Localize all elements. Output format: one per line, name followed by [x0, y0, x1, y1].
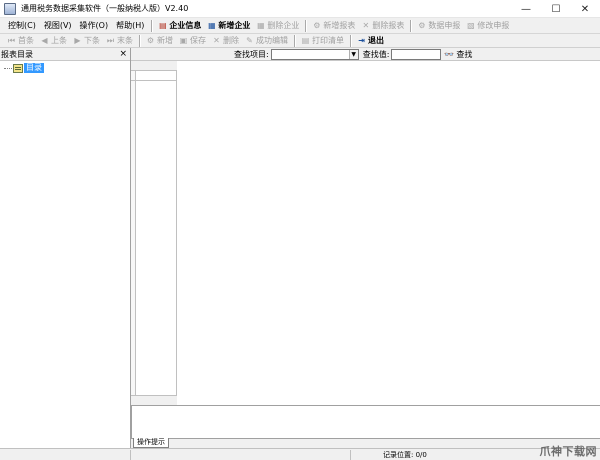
- toolbar-separator: [410, 19, 412, 32]
- last-icon: ⏭: [106, 36, 115, 45]
- print-icon: ▤: [301, 36, 310, 45]
- tab-operation-hint[interactable]: 操作提示: [133, 438, 169, 448]
- operation-hint-box: [131, 405, 600, 438]
- tree-node-label: 目录: [24, 63, 44, 73]
- first-icon: ⏮: [7, 36, 16, 45]
- toolbar-separator: [151, 19, 153, 32]
- search-bar: 查找项目: ▼ 查找值: 👓 查找: [131, 48, 600, 61]
- exit-button[interactable]: ⇥ 退出: [354, 35, 387, 46]
- tree-connector: [4, 67, 12, 69]
- toolbar-separator: [139, 34, 140, 47]
- declare-icon: ⚙: [418, 21, 426, 30]
- minimize-button[interactable]: —: [512, 0, 540, 18]
- report-tree: 目录: [0, 61, 130, 448]
- next-record-button[interactable]: ▶ 下条: [70, 35, 103, 46]
- search-item-select[interactable]: ▼: [270, 48, 359, 60]
- building-icon: ▤: [159, 21, 167, 30]
- delete-company-icon: ▦: [257, 21, 265, 30]
- add-report-icon: ⚙: [313, 21, 321, 30]
- prev-icon: ◀: [41, 36, 48, 45]
- add-company-button[interactable]: ▦ 新增企业: [204, 20, 253, 31]
- window-title: 通用税务数据采集软件（一般纳税人版）V2.40: [21, 4, 189, 13]
- grid-footer: [131, 395, 177, 405]
- toolbar-separator: [294, 34, 295, 47]
- search-value-label: 查找值:: [362, 49, 390, 59]
- status-cell: [0, 449, 131, 460]
- search-value-input[interactable]: [391, 48, 442, 60]
- menu-and-toolbar: 控制(C) 视图(V) 操作(O) 帮助(H) ▤ 企业信息 ▦ 新增企业 ▦ …: [0, 18, 600, 34]
- find-button[interactable]: 👓 查找: [444, 49, 472, 60]
- menu-control[interactable]: 控制(C): [4, 20, 40, 31]
- edit-declare-button[interactable]: ▧ 修改申报: [463, 20, 512, 31]
- binoculars-icon: 👓: [444, 49, 455, 59]
- declare-button[interactable]: ⚙ 数据申报: [414, 20, 463, 31]
- grid-column: [136, 61, 177, 405]
- close-panel-button[interactable]: ×: [119, 49, 127, 59]
- report-directory-panel: 报表目录 × 目录: [0, 48, 131, 448]
- new-record-button[interactable]: ⚙ 新增: [143, 35, 176, 46]
- toolbar-separator: [350, 34, 351, 47]
- edit-icon: ✎: [246, 36, 253, 45]
- delete-report-button[interactable]: ✕ 删除报表: [358, 20, 407, 31]
- menu-view[interactable]: 视图(V): [40, 20, 76, 31]
- folder-icon: [13, 63, 23, 73]
- menu-operation[interactable]: 操作(O): [76, 20, 113, 31]
- data-grid[interactable]: [131, 61, 600, 405]
- title-bar: 通用税务数据采集软件（一般纳税人版）V2.40 — ☐ ✕: [0, 0, 600, 18]
- watermark: 爪神下载网: [539, 445, 597, 458]
- chevron-down-icon: ▼: [348, 49, 358, 59]
- search-item-label: 查找项目:: [234, 49, 269, 59]
- company-info-button[interactable]: ▤ 企业信息: [155, 20, 204, 31]
- first-record-button[interactable]: ⏮ 首条: [4, 35, 37, 46]
- prev-record-button[interactable]: ◀ 上条: [37, 35, 70, 46]
- record-toolbar: ⏮ 首条 ◀ 上条 ▶ 下条 ⏭ 末条 ⚙ 新增 ▣ 保存 ✕ 删除 ✎ 成功编…: [0, 34, 600, 48]
- print-list-button[interactable]: ▤ 打印清单: [298, 35, 347, 46]
- record-position: 记录位置: 0/0: [383, 451, 427, 459]
- status-cell: [131, 449, 351, 460]
- hint-tab-strip: 操作提示: [131, 438, 600, 448]
- edit-button[interactable]: ✎ 成功编辑: [242, 35, 291, 46]
- last-record-button[interactable]: ⏭ 末条: [103, 35, 136, 46]
- delete-record-button[interactable]: ✕ 删除: [209, 35, 242, 46]
- delete-icon: ✕: [213, 36, 220, 45]
- add-report-button[interactable]: ⚙ 新增报表: [309, 20, 358, 31]
- tree-node-root[interactable]: 目录: [4, 63, 44, 73]
- add-company-icon: ▦: [208, 21, 216, 30]
- next-icon: ▶: [74, 36, 81, 45]
- save-icon: ▣: [179, 36, 188, 45]
- maximize-button[interactable]: ☐: [542, 0, 570, 18]
- grid-header: [131, 61, 177, 71]
- panel-title: 报表目录: [1, 49, 33, 59]
- app-icon: [4, 2, 16, 15]
- status-bar: 记录位置: 0/0: [0, 448, 600, 460]
- save-button[interactable]: ▣ 保存: [176, 35, 209, 46]
- edit-declare-icon: ▧: [467, 21, 475, 30]
- delete-company-button[interactable]: ▦ 删除企业: [253, 20, 302, 31]
- grid-first-row: [131, 71, 177, 81]
- panel-header: 报表目录 ×: [0, 48, 130, 61]
- exit-icon: ⇥: [358, 36, 365, 45]
- close-window-button[interactable]: ✕: [571, 0, 599, 18]
- new-icon: ⚙: [146, 36, 155, 45]
- toolbar-separator: [305, 19, 307, 32]
- delete-report-icon: ✕: [362, 21, 370, 30]
- menu-help[interactable]: 帮助(H): [112, 20, 148, 31]
